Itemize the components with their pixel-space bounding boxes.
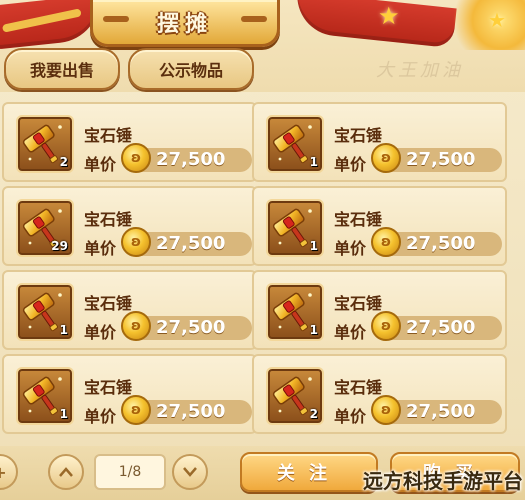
header: ★ ★ 摆摊 我要出售 公示物品 大王加油 [0,0,525,92]
item-price: 27,500 [156,401,226,422]
item-name: 宝石锤 [84,210,133,229]
item-price: 27,500 [156,233,226,254]
decorative-calligraphy: 大王加油 [376,60,464,81]
item-icon-slot[interactable]: 29 [16,199,74,257]
coin-icon: ʚ [121,227,151,257]
item-name: 宝石锤 [334,294,383,313]
item-card[interactable]: 29 宝石锤 单价 ʚ 27,500 [2,186,257,266]
title-plaque: 摆摊 [90,0,280,47]
item-name: 宝石锤 [84,294,133,313]
item-name: 宝石锤 [334,378,383,397]
item-icon-slot[interactable]: 1 [266,283,324,341]
item-quantity: 29 [51,239,68,253]
item-card[interactable]: 2 宝石锤 单价 ʚ 27,500 [252,354,507,434]
ribbon-decoration-right [293,0,457,49]
item-price: 27,500 [156,317,226,338]
price-label: 单价 [334,239,367,258]
price-label: 单价 [84,239,117,258]
item-price: 27,500 [406,149,476,170]
coin-icon: ʚ [121,311,151,341]
item-quantity: 2 [309,407,318,421]
item-quantity: 1 [309,155,318,169]
coin-icon: ʚ [121,395,151,425]
item-quantity: 2 [59,155,68,169]
page-title: 摆摊 [156,12,213,37]
item-quantity: 1 [59,323,68,337]
page-indicator: 1/8 [94,454,166,490]
item-card[interactable]: 1 宝石锤 单价 ʚ 27,500 [2,354,257,434]
add-button[interactable]: + [0,454,18,490]
item-icon-slot[interactable]: 1 [266,115,324,173]
item-card[interactable]: 1 宝石锤 单价 ʚ 27,500 [2,270,257,350]
attention-button[interactable]: 关注 [240,452,378,492]
coin-icon: ʚ [371,227,401,257]
coin-icon: ʚ [121,143,151,173]
next-page-button[interactable] [172,454,208,490]
ribbon-decoration [0,0,104,50]
item-icon-slot[interactable]: 1 [16,367,74,425]
coin-icon: ʚ [371,311,401,341]
tab-sell[interactable]: 我要出售 [4,48,120,90]
item-name: 宝石锤 [334,126,383,145]
item-grid: 2 宝石锤 单价 ʚ 27,500 1 宝石锤 单价 ʚ 27,500 29 宝… [2,102,523,442]
star-icon: ★ [378,2,400,30]
item-icon-slot[interactable]: 2 [16,115,74,173]
price-label: 单价 [334,323,367,342]
prev-page-button[interactable] [48,454,84,490]
item-card[interactable]: 1 宝石锤 单价 ʚ 27,500 [252,186,507,266]
item-quantity: 1 [309,323,318,337]
item-icon-slot[interactable]: 1 [266,199,324,257]
price-label: 单价 [334,155,367,174]
item-quantity: 1 [309,239,318,253]
item-name: 宝石锤 [334,210,383,229]
item-card[interactable]: 1 宝石锤 单价 ʚ 27,500 [252,270,507,350]
item-price: 27,500 [406,401,476,422]
item-price: 27,500 [156,149,226,170]
stall-window: ★ ★ 摆摊 我要出售 公示物品 大王加油 2 宝石锤 单价 ʚ 27,500 … [0,0,525,500]
tab-public-items[interactable]: 公示物品 [128,48,254,90]
coin-icon: ʚ [371,143,401,173]
item-name: 宝石锤 [84,126,133,145]
chevron-up-icon [59,467,73,477]
item-price: 27,500 [406,317,476,338]
star-icon: ★ [488,8,506,32]
item-price: 27,500 [406,233,476,254]
watermark: 远方科技手游平台 [363,469,523,493]
item-icon-slot[interactable]: 2 [266,367,324,425]
item-card[interactable]: 1 宝石锤 单价 ʚ 27,500 [252,102,507,182]
price-label: 单价 [84,155,117,174]
item-card[interactable]: 2 宝石锤 单价 ʚ 27,500 [2,102,257,182]
item-quantity: 1 [59,407,68,421]
item-icon-slot[interactable]: 1 [16,283,74,341]
chevron-down-icon [183,467,197,477]
price-label: 单价 [334,407,367,426]
item-name: 宝石锤 [84,378,133,397]
coin-icon: ʚ [371,395,401,425]
price-label: 单价 [84,323,117,342]
lantern-decoration [445,0,525,50]
price-label: 单价 [84,407,117,426]
